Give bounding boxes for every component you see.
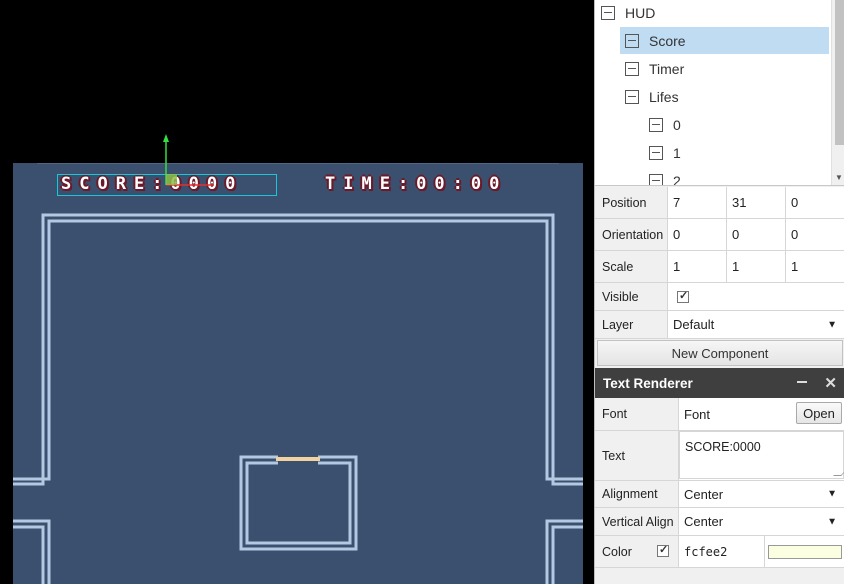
tree-item-timer[interactable]: Timer [625, 55, 825, 82]
scale-x-field[interactable]: 1 [668, 251, 727, 282]
orientation-x-field[interactable]: 0 [668, 219, 727, 250]
position-y-field[interactable]: 31 [727, 187, 786, 218]
wall-inner [13, 219, 583, 481]
property-color: Color fcfee2 [595, 536, 844, 568]
scroll-thumb[interactable] [835, 0, 844, 145]
open-font-button[interactable]: Open [796, 402, 842, 424]
layer-select-value: Default [673, 317, 715, 332]
color-swatch[interactable] [768, 545, 842, 559]
property-visible: Visible [595, 283, 844, 311]
tree-item-life-0[interactable]: 0 [649, 111, 819, 138]
color-enabled-checkbox[interactable] [657, 543, 669, 557]
position-z-field[interactable]: 0 [786, 187, 844, 218]
property-label: Position [595, 187, 668, 218]
property-label: Text [595, 431, 679, 480]
tree-item-hud[interactable]: HUD [601, 0, 829, 26]
tree-item-label: Score [649, 32, 686, 49]
property-label: Visible [595, 283, 668, 310]
tree-scrollbar[interactable]: ▼ [831, 0, 844, 185]
dropdown-arrow-icon: ▼ [827, 488, 837, 500]
component-title: Text Renderer [603, 375, 693, 391]
collapse-icon[interactable] [625, 61, 639, 76]
scroll-down-arrow-icon[interactable]: ▼ [835, 173, 843, 182]
collapse-icon[interactable] [649, 173, 663, 185]
property-label: Orientation [595, 219, 668, 250]
tree-item-label: 1 [673, 144, 681, 161]
dropdown-arrow-icon: ▼ [827, 319, 837, 330]
layer-select[interactable]: Default ▼ [668, 311, 844, 338]
collapse-icon[interactable] [625, 89, 639, 104]
scale-z-field[interactable]: 1 [786, 251, 844, 282]
property-font: Font Font Open [595, 398, 844, 431]
wall-right-lower-inner [551, 525, 583, 584]
property-position: Position 7 31 0 [595, 187, 844, 219]
center-box-inner [245, 461, 352, 545]
level-walls [13, 163, 583, 584]
position-x-field[interactable]: 7 [668, 187, 727, 218]
scale-y-field[interactable]: 1 [727, 251, 786, 282]
color-hex-field[interactable]: fcfee2 [679, 536, 765, 567]
property-label: Scale [595, 251, 668, 282]
collapse-icon[interactable] [649, 117, 663, 132]
property-label: Vertical Align [595, 508, 679, 535]
collapse-icon[interactable] [601, 5, 615, 20]
visible-cell [668, 283, 844, 310]
close-icon[interactable]: ✕ [824, 374, 837, 392]
property-alignment: Alignment Center ▼ [595, 481, 844, 508]
tree-item-lifes[interactable]: Lifes [625, 83, 825, 110]
hud-score-text[interactable]: SCORE:0000 [61, 175, 243, 193]
vertical-align-select[interactable]: Center ▼ [679, 508, 844, 535]
property-text: Text SCORE:0000 [595, 431, 844, 481]
property-scale: Scale 1 1 1 [595, 251, 844, 283]
property-label: Font [595, 398, 679, 430]
center-box-outer [239, 455, 358, 551]
tree-item-life-1[interactable]: 1 [649, 139, 819, 166]
tree-item-score[interactable]: Score [620, 27, 829, 54]
tree-item-label: HUD [625, 4, 656, 21]
gizmo-y-arrow-icon [163, 134, 169, 142]
dropdown-arrow-icon: ▼ [827, 516, 837, 527]
property-orientation: Orientation 0 0 0 [595, 219, 844, 251]
tree-item-label: Lifes [649, 88, 679, 105]
tree-item-label: Timer [649, 60, 685, 77]
text-input-value: SCORE:0000 [685, 440, 761, 454]
property-label: Layer [595, 311, 668, 338]
alignment-select-value: Center [684, 486, 724, 502]
property-layer: Layer Default ▼ [595, 311, 844, 339]
collapse-icon[interactable] [625, 33, 639, 48]
top-edge-highlight [37, 163, 559, 164]
collapse-icon[interactable] [649, 145, 663, 160]
scene-viewport[interactable]: SCORE:0000 TIME:00:00 [0, 0, 594, 584]
game-canvas[interactable]: SCORE:0000 TIME:00:00 [13, 163, 583, 584]
resize-grip-icon[interactable] [833, 468, 844, 476]
new-component-button[interactable]: New Component [597, 340, 843, 366]
tree-item-life-2[interactable]: 2 [649, 167, 819, 186]
orientation-z-field[interactable]: 0 [786, 219, 844, 250]
font-value: Font [684, 406, 711, 422]
vertical-align-select-value: Center [684, 514, 724, 529]
hierarchy-tree: HUD Score Timer Lifes 0 1 2 ▼ [595, 0, 844, 186]
center-box-gate [276, 457, 320, 461]
tree-item-label: 2 [673, 172, 681, 186]
text-renderer-header: Text Renderer ✕ [595, 368, 844, 398]
color-label: Color [602, 544, 632, 559]
orientation-y-field[interactable]: 0 [727, 219, 786, 250]
alignment-select[interactable]: Center ▼ [679, 481, 844, 507]
minimize-icon[interactable] [797, 381, 807, 383]
text-input[interactable]: SCORE:0000 [679, 431, 844, 479]
inspector-panel: HUD Score Timer Lifes 0 1 2 ▼ Position 7… [594, 0, 844, 584]
wall-outer [13, 213, 583, 486]
wall-left-lower-inner [13, 525, 45, 584]
tree-item-label: 0 [673, 116, 681, 133]
property-label: Alignment [595, 481, 679, 507]
hud-time-text: TIME:00:00 [325, 174, 508, 194]
property-label: Color [595, 536, 679, 567]
property-vertical-align: Vertical Align Center ▼ [595, 508, 844, 536]
font-field: Font Open [679, 398, 844, 430]
visible-checkbox[interactable] [677, 289, 689, 303]
